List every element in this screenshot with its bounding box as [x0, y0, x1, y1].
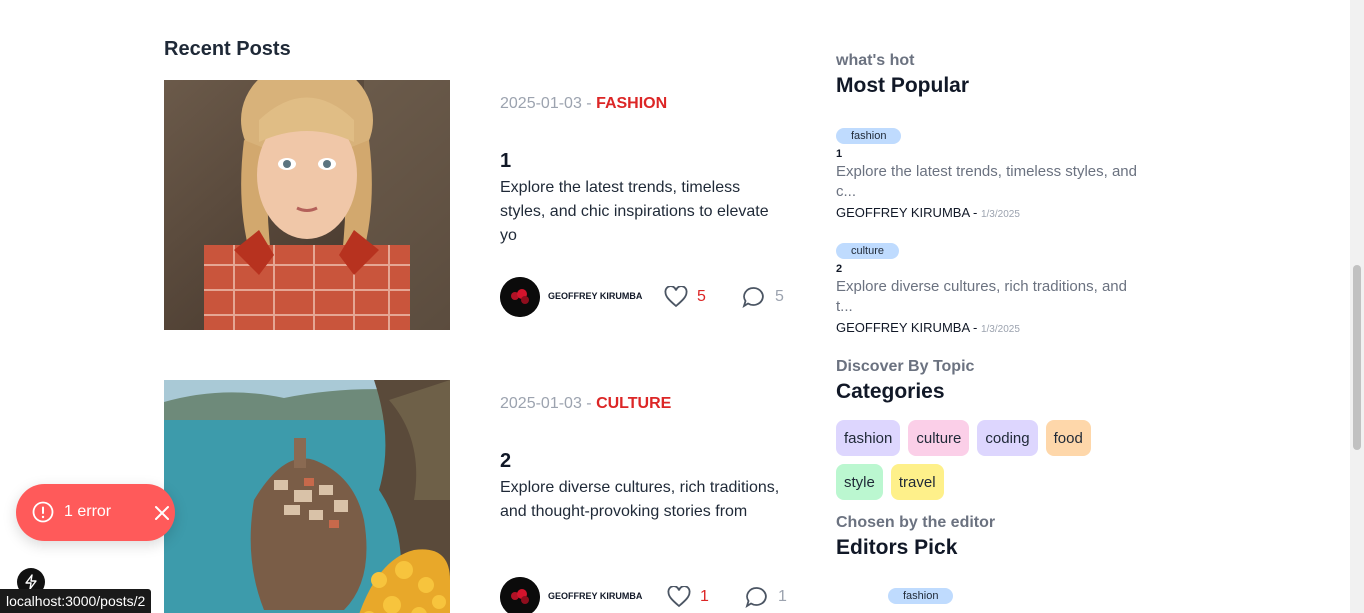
popular-author-name: GEOFFREY KIRUMBA -	[836, 205, 981, 220]
popular-tag[interactable]: culture	[836, 243, 900, 259]
category-travel[interactable]: travel	[890, 464, 944, 500]
popular-author-name: GEOFFREY KIRUMBA -	[836, 320, 981, 335]
like-count: 1	[700, 588, 709, 605]
comment-count: 5	[775, 288, 784, 305]
post-excerpt: Explore diverse cultures, rich tradition…	[500, 479, 780, 520]
author-name[interactable]: GEOFFREY KIRUMBA	[548, 591, 642, 601]
status-bar-url: localhost:3000/posts/2	[0, 589, 152, 613]
category-coding[interactable]: coding	[977, 420, 1038, 456]
avatar[interactable]	[500, 577, 540, 613]
post-image-coast[interactable]	[164, 380, 450, 613]
post-card: 2025-01-03 - culture 2 Explore diverse c…	[164, 380, 794, 613]
like-button[interactable]: 1	[667, 585, 709, 609]
popular-subtitle: what's hot	[836, 52, 915, 69]
comment-button[interactable]: 1	[745, 585, 787, 609]
meta-separator: -	[581, 95, 597, 112]
popular-author: GEOFFREY KIRUMBA - 1/3/2025	[836, 205, 1146, 220]
popular-desc: Explore the latest trends, timeless styl…	[836, 163, 1137, 200]
post-meta: 2025-01-03 - fashion	[500, 95, 667, 113]
page-scrollbar[interactable]	[1350, 0, 1364, 613]
post-date: 2025-01-03	[500, 95, 582, 112]
categories-subtitle: Discover By Topic	[836, 358, 975, 375]
category-list: fashion culture coding food style travel	[836, 420, 1136, 500]
heart-icon	[667, 586, 691, 608]
popular-title[interactable]: 2	[836, 263, 1146, 275]
like-button[interactable]: 5	[664, 285, 706, 309]
post-date: 2025-01-03	[500, 395, 582, 412]
popular-title: Most Popular	[836, 74, 970, 97]
post-footer: GEOFFREY KIRUMBA 5 5	[500, 277, 800, 317]
editors-pick-tag[interactable]: fashion	[888, 588, 954, 604]
post-title-link[interactable]: 1	[500, 150, 511, 173]
popular-item[interactable]: culture 2 Explore diverse cultures, rich…	[836, 241, 1146, 335]
comment-icon	[745, 587, 767, 608]
close-icon[interactable]	[151, 502, 173, 524]
post-category-link[interactable]: culture	[596, 395, 671, 412]
post-excerpt: Explore the latest trends, timeless styl…	[500, 179, 769, 244]
post-image-girl[interactable]	[164, 80, 450, 330]
editors-title: Editors Pick	[836, 536, 958, 559]
meta-separator: -	[581, 395, 597, 412]
comment-count: 1	[778, 588, 787, 605]
post-card: 2025-01-03 - fashion 1 Explore the lates…	[164, 80, 794, 340]
post-meta: 2025-01-03 - culture	[500, 395, 671, 413]
category-style[interactable]: style	[836, 464, 883, 500]
heart-icon	[664, 286, 688, 308]
error-toast[interactable]: 1 error	[16, 484, 175, 541]
post-title-link[interactable]: 2	[500, 450, 511, 473]
comment-icon	[742, 287, 764, 308]
post-category-link[interactable]: fashion	[596, 95, 667, 112]
like-count: 5	[697, 288, 706, 305]
comment-button[interactable]: 5	[742, 285, 784, 309]
categories-header: Discover By Topic Categories	[836, 358, 974, 404]
avatar[interactable]	[500, 277, 540, 317]
popular-date: 1/3/2025	[980, 324, 1020, 335]
popular-tag[interactable]: fashion	[836, 128, 902, 144]
error-count: 1 error	[64, 503, 112, 520]
post-footer: GEOFFREY KIRUMBA 1 1	[500, 577, 800, 613]
recent-posts-heading: Recent Posts	[164, 38, 291, 60]
category-food[interactable]: food	[1045, 420, 1091, 456]
categories-title: Categories	[836, 380, 945, 403]
popular-author: GEOFFREY KIRUMBA - 1/3/2025	[836, 320, 1146, 335]
category-fashion[interactable]: fashion	[836, 420, 901, 456]
editors-subtitle: Chosen by the editor	[836, 514, 996, 531]
popular-item[interactable]: fashion 1 Explore the latest trends, tim…	[836, 126, 1146, 220]
author-name[interactable]: GEOFFREY KIRUMBA	[548, 291, 642, 301]
popular-date: 1/3/2025	[980, 209, 1020, 220]
popular-desc: Explore diverse cultures, rich tradition…	[836, 278, 1127, 315]
sidebar: what's hot Most Popular	[836, 52, 1156, 98]
scrollbar-thumb[interactable]	[1353, 265, 1361, 450]
alert-icon	[32, 501, 54, 523]
lightning-icon	[25, 574, 37, 590]
editors-header: Chosen by the editor Editors Pick	[836, 514, 995, 560]
popular-title[interactable]: 1	[836, 148, 1146, 160]
category-culture[interactable]: culture	[908, 420, 970, 456]
